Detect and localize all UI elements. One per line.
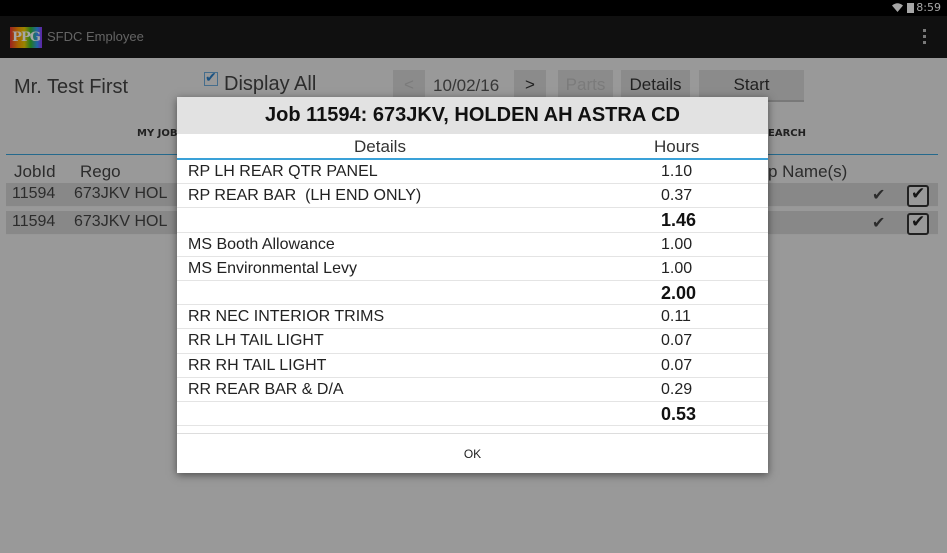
row-hours: 1.00 (661, 235, 693, 253)
table-row: RR RH TAIL LIGHT 0.07 (177, 354, 768, 378)
row-detail: RP LH REAR QTR PANEL (188, 163, 378, 180)
subtotal-row: 0.53 (177, 402, 768, 427)
table-row: MS Booth Allowance 1.00 (177, 233, 768, 257)
dialog-table-header: Details Hours (177, 134, 768, 160)
row-hours: 1.00 (661, 259, 693, 277)
row-detail: MS Booth Allowance (188, 235, 335, 253)
row-detail: MS Environmental Levy (188, 259, 357, 277)
row-detail: RR NEC INTERIOR TRIMS (188, 308, 385, 326)
table-row: MS Environmental Levy 1.00 (177, 257, 768, 281)
row-hours: 0.07 (661, 356, 693, 374)
row-hours: 0.37 (661, 187, 693, 205)
row-hours: 0.29 (661, 380, 693, 398)
row-detail: RP REAR BAR (LH END ONLY) (188, 187, 422, 205)
subtotal-row: 1.46 (177, 208, 768, 233)
col-header-hours: Hours (654, 137, 700, 156)
table-row: RR NEC INTERIOR TRIMS 0.11 (177, 305, 768, 330)
table-row: RR REAR BAR & D/A 0.29 (177, 378, 768, 402)
table-row: RP LH REAR QTR PANEL 1.10 (177, 160, 768, 185)
row-hours: 0.07 (661, 332, 693, 350)
row-detail: RR RH TAIL LIGHT (188, 356, 327, 374)
subtotal-row: 2.00 (177, 281, 768, 306)
ok-button[interactable]: OK (177, 433, 768, 473)
table-row: RR LH TAIL LIGHT 0.07 (177, 329, 768, 354)
row-hours: 0.11 (661, 308, 691, 326)
job-details-dialog: Job 11594: 673JKV, HOLDEN AH ASTRA CD De… (177, 97, 768, 473)
row-hours: 1.10 (661, 163, 693, 180)
dialog-rows: RP LH REAR QTR PANEL 1.10 RP REAR BAR (LH … (177, 160, 768, 427)
dialog-title: Job 11594: 673JKV, HOLDEN AH ASTRA CD (177, 97, 768, 134)
row-subtotal-hours: 1.46 (661, 210, 697, 231)
col-header-details: Details (354, 137, 406, 156)
table-row: RP REAR BAR (LH END ONLY) 0.37 (177, 184, 768, 209)
row-detail: RR REAR BAR & D/A (188, 380, 344, 398)
row-subtotal-hours: 2.00 (661, 282, 697, 303)
row-detail: RR LH TAIL LIGHT (188, 332, 324, 350)
row-subtotal-hours: 0.53 (661, 403, 697, 424)
